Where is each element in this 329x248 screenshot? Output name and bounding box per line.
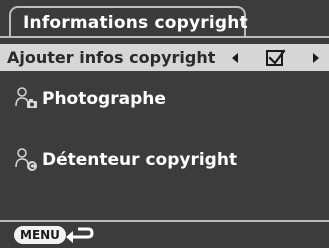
photographer-label: Photographe	[42, 89, 166, 109]
photographer-field[interactable]: Photographe	[0, 86, 329, 114]
footer-divider	[0, 220, 329, 222]
arrow-left-icon[interactable]	[232, 53, 238, 63]
add-copyright-info-label: Ajouter infos copyright	[7, 48, 216, 67]
title-tab: Informations copyright	[9, 6, 248, 36]
page-title: Informations copyright	[23, 13, 248, 33]
back-arrow-icon[interactable]	[64, 225, 96, 245]
checkmark-icon	[268, 49, 286, 65]
copyright-holder-label: Détenteur copyright	[42, 150, 238, 170]
menu-button[interactable]: MENU	[14, 226, 66, 244]
header-divider	[0, 36, 329, 38]
copyright-holder-field[interactable]: Détenteur copyright	[0, 147, 329, 175]
photographer-icon	[15, 87, 37, 108]
add-copyright-info-row[interactable]: Ajouter infos copyright	[0, 44, 329, 71]
arrow-right-icon[interactable]	[313, 53, 319, 63]
add-copyright-checkbox[interactable]	[266, 49, 286, 66]
copyright-settings-screen: Informations copyright Ajouter infos cop…	[0, 0, 329, 248]
copyright-holder-icon	[15, 148, 37, 171]
